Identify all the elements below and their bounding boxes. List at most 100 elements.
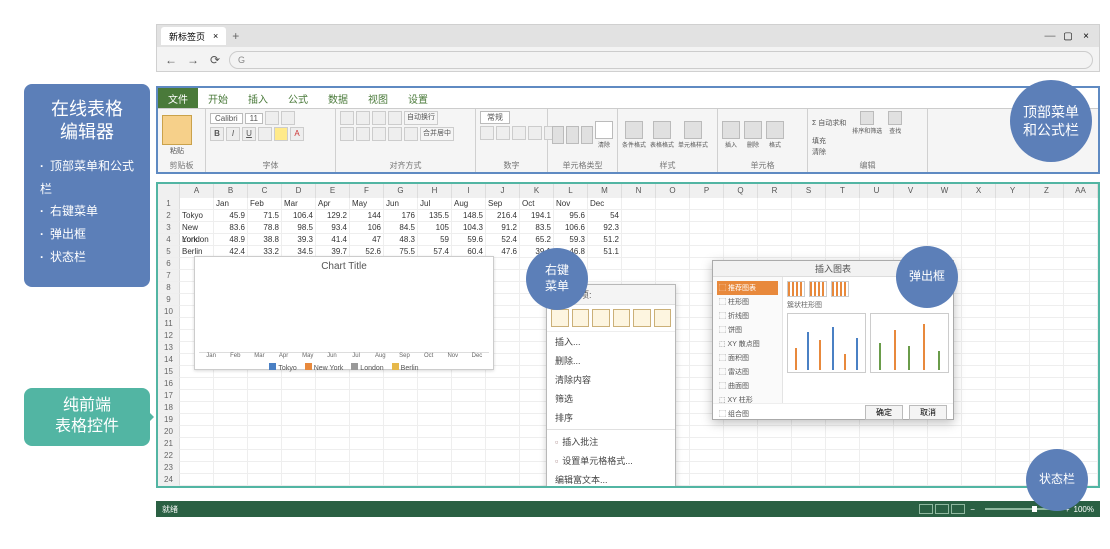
cell[interactable] <box>826 450 860 462</box>
cell[interactable] <box>418 486 452 488</box>
row-header[interactable]: 18 <box>158 402 180 414</box>
cell[interactable]: 78.8 <box>248 222 282 234</box>
paste-formatting-icon[interactable] <box>633 309 651 327</box>
cell[interactable]: 38.8 <box>248 234 282 246</box>
cell[interactable] <box>1030 222 1064 234</box>
cell[interactable] <box>350 486 384 488</box>
cell[interactable] <box>996 390 1030 402</box>
cell[interactable] <box>452 450 486 462</box>
cell[interactable] <box>826 438 860 450</box>
cell[interactable] <box>282 486 316 488</box>
cell[interactable] <box>996 438 1030 450</box>
cell[interactable] <box>486 462 520 474</box>
orientation-icon[interactable] <box>388 111 402 125</box>
cell[interactable] <box>758 198 792 210</box>
column-header[interactable]: N <box>622 184 656 198</box>
cell[interactable] <box>452 378 486 390</box>
cell[interactable] <box>350 450 384 462</box>
cell[interactable] <box>962 306 996 318</box>
cell[interactable] <box>486 450 520 462</box>
context-menu-item[interactable]: 设置单元格格式... <box>547 451 675 470</box>
nav-reload-icon[interactable]: ⟳ <box>207 52 223 68</box>
align-bottom-icon[interactable] <box>372 111 386 125</box>
column-header[interactable]: AA <box>1064 184 1098 198</box>
cell[interactable] <box>724 438 758 450</box>
cell[interactable]: 52.4 <box>486 234 520 246</box>
row-header[interactable]: 2 <box>158 210 180 222</box>
cell[interactable] <box>1064 294 1098 306</box>
percent-icon[interactable] <box>496 126 510 140</box>
cell[interactable] <box>860 486 894 488</box>
address-bar[interactable]: G <box>229 51 1093 69</box>
cell[interactable] <box>758 246 792 258</box>
cell[interactable]: 83.5 <box>520 222 554 234</box>
cell[interactable] <box>860 426 894 438</box>
cell[interactable] <box>792 462 826 474</box>
font-color-button[interactable]: A <box>290 127 304 141</box>
cell[interactable] <box>1030 210 1064 222</box>
cell[interactable] <box>792 234 826 246</box>
cell[interactable] <box>656 222 690 234</box>
dialog-chart-type-item[interactable]: ⬚ 面积图 <box>717 351 778 365</box>
celltype-checkbox-icon[interactable] <box>566 126 578 144</box>
cell[interactable]: 95.6 <box>554 210 588 222</box>
cell[interactable]: 194.1 <box>520 210 554 222</box>
dialog-cancel-button[interactable]: 取消 <box>909 405 947 420</box>
column-header[interactable]: G <box>384 184 418 198</box>
cell[interactable] <box>1030 378 1064 390</box>
cell[interactable] <box>656 234 690 246</box>
cell[interactable]: Feb <box>248 198 282 210</box>
cell[interactable] <box>1064 198 1098 210</box>
cell[interactable] <box>962 462 996 474</box>
cell[interactable] <box>996 450 1030 462</box>
cell[interactable] <box>1064 246 1098 258</box>
dialog-chart-type-item[interactable]: ⬚ XY 柱形 <box>717 393 778 407</box>
cell[interactable] <box>724 462 758 474</box>
cell[interactable] <box>928 210 962 222</box>
merge-button[interactable]: 合并居中 <box>420 127 454 141</box>
currency-icon[interactable] <box>480 126 494 140</box>
context-menu-item[interactable]: 编辑富文本... <box>547 470 675 488</box>
cell[interactable] <box>656 258 690 270</box>
cell[interactable] <box>384 474 418 486</box>
decrease-indent-icon[interactable] <box>388 127 402 141</box>
cell[interactable] <box>622 222 656 234</box>
cell[interactable] <box>418 414 452 426</box>
cell[interactable] <box>894 438 928 450</box>
row-header[interactable]: 22 <box>158 450 180 462</box>
cell[interactable] <box>1064 390 1098 402</box>
cell[interactable] <box>1064 414 1098 426</box>
paste-button[interactable]: 粘贴 <box>162 115 192 156</box>
dialog-chart-type-item[interactable]: ⬚ 曲面图 <box>717 379 778 393</box>
cell[interactable] <box>962 354 996 366</box>
cell[interactable] <box>894 450 928 462</box>
cell[interactable] <box>316 474 350 486</box>
column-header[interactable]: C <box>248 184 282 198</box>
cell[interactable] <box>282 474 316 486</box>
cell[interactable] <box>180 390 214 402</box>
delete-cells-button[interactable]: 删除 <box>744 121 762 149</box>
cell[interactable] <box>996 318 1030 330</box>
cell[interactable] <box>316 378 350 390</box>
cell[interactable] <box>316 390 350 402</box>
cell[interactable] <box>1030 414 1064 426</box>
cell[interactable]: 216.4 <box>486 210 520 222</box>
ribbon-tab-公式[interactable]: 公式 <box>278 88 318 108</box>
cell[interactable] <box>690 438 724 450</box>
cell[interactable] <box>962 330 996 342</box>
cell[interactable] <box>860 474 894 486</box>
cell[interactable] <box>962 402 996 414</box>
cell[interactable] <box>180 474 214 486</box>
cell[interactable] <box>826 210 860 222</box>
ribbon-tab-设置[interactable]: 设置 <box>398 88 438 108</box>
cell[interactable] <box>1030 366 1064 378</box>
cell[interactable] <box>724 450 758 462</box>
cell[interactable] <box>690 486 724 488</box>
cell[interactable] <box>214 402 248 414</box>
tab-close-icon[interactable]: × <box>213 31 218 41</box>
cell[interactable] <box>996 234 1030 246</box>
sort-filter-button[interactable]: 排序和筛选 <box>852 111 882 135</box>
cell[interactable] <box>282 450 316 462</box>
row-header[interactable]: 13 <box>158 342 180 354</box>
align-right-icon[interactable] <box>372 127 386 141</box>
